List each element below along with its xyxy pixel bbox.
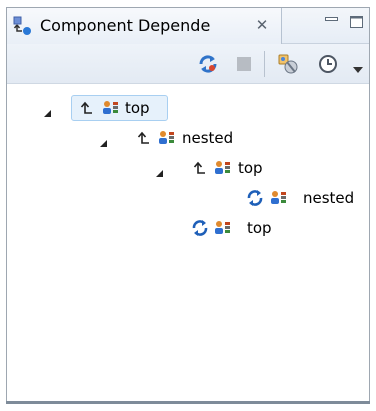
tree-node[interactable]: top [7, 215, 307, 241]
dependency-arrow-icon [136, 129, 154, 147]
tree-node[interactable]: nested [7, 125, 267, 151]
cycle-icon [191, 219, 209, 237]
maximize-icon[interactable] [348, 14, 366, 30]
expanded-twisty-icon[interactable] [155, 164, 164, 177]
tree-node-label: top [247, 219, 272, 237]
component-dependencies-view: Component Depende ✕ top nested top neste… [6, 7, 370, 404]
tree-node[interactable]: nested [7, 185, 369, 211]
scope-icon[interactable] [278, 53, 300, 75]
expanded-twisty-icon[interactable] [43, 104, 52, 117]
component-icon [214, 159, 232, 177]
tree-node-label: nested [303, 189, 355, 207]
cycle-icon [246, 189, 264, 207]
close-icon[interactable]: ✕ [253, 16, 271, 34]
tree-node[interactable]: top [7, 155, 307, 181]
component-icon [158, 129, 176, 147]
tree-node-label: top [238, 159, 263, 177]
view-menu-dropdown-icon[interactable] [353, 60, 363, 73]
component-icon [102, 99, 120, 117]
view-toolbar [7, 44, 369, 84]
component-icon [270, 189, 288, 207]
dependency-tree: top nested top nested top [7, 85, 369, 400]
toolbar-separator [264, 51, 265, 77]
tree-node-label: top [125, 99, 150, 117]
history-icon[interactable] [317, 53, 339, 75]
tree-node[interactable]: top [7, 95, 207, 121]
component-icon [214, 219, 232, 237]
tab-component-dependencies[interactable]: Component Depende ✕ [7, 8, 282, 44]
refresh-icon[interactable] [197, 53, 219, 75]
dependency-arrow-icon [79, 99, 97, 117]
minimize-icon[interactable] [323, 14, 341, 30]
tree-node-label: nested [182, 129, 234, 147]
expanded-twisty-icon[interactable] [99, 134, 108, 147]
tab-title: Component Depende [40, 16, 211, 35]
view-tab-bar: Component Depende ✕ [7, 8, 369, 44]
stop-icon[interactable] [233, 53, 255, 75]
component-dependencies-icon [13, 16, 33, 36]
dependency-arrow-icon [192, 159, 210, 177]
